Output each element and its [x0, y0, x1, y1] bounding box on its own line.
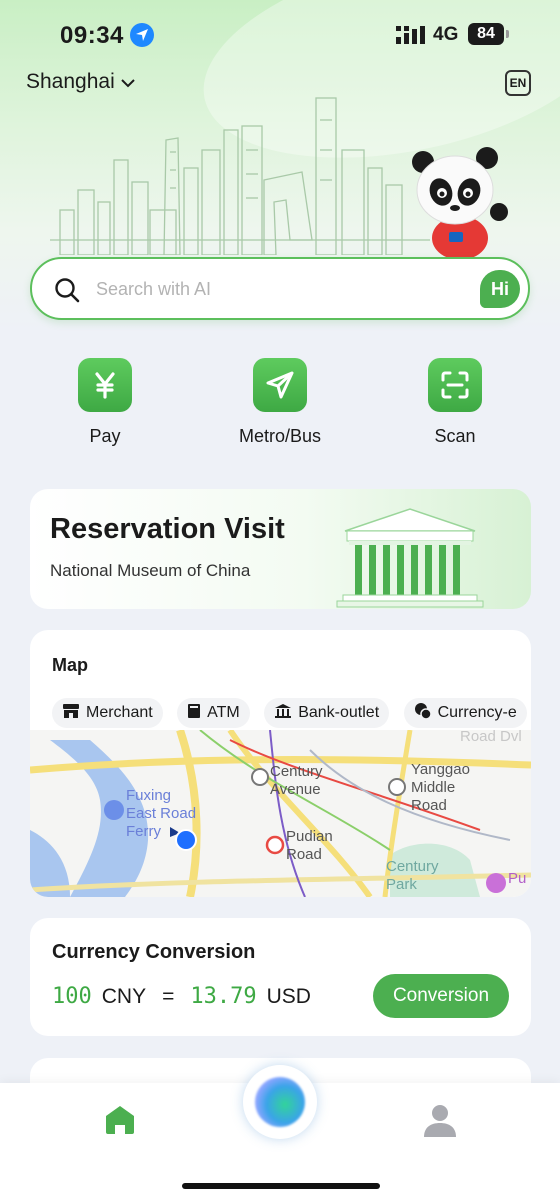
equals-sign: =: [162, 985, 175, 1008]
bottom-navigation: [0, 1065, 560, 1200]
store-icon: [62, 703, 80, 724]
pay-label: Pay: [89, 426, 121, 446]
map-title: Map: [52, 655, 88, 675]
currency-conversion-card: Currency Conversion 100 CNY = 13.79 USD …: [30, 918, 531, 1036]
search-input[interactable]: [96, 273, 456, 305]
scan-icon: [428, 358, 482, 412]
status-bar: 09:34 4G 84: [0, 0, 560, 70]
currency-from: CNY: [101, 985, 147, 1008]
amount-to: 13.79: [190, 984, 257, 1009]
scan-button[interactable]: Scan: [395, 358, 515, 447]
bank-icon: [274, 703, 292, 724]
map-label-century-avenue: Century Avenue: [270, 763, 323, 798]
museum-building-icon: [335, 503, 485, 609]
ai-hi-button[interactable]: Hi: [480, 270, 520, 308]
chip-merchant[interactable]: Merchant: [52, 698, 163, 728]
language-button-label: EN: [509, 76, 527, 90]
panda-mascot: [405, 140, 515, 263]
map-filter-chips: Merchant ATM Bank-outlet Currency-e: [52, 698, 531, 730]
map-card: Map Merchant ATM Bank-outlet Currency-e: [30, 630, 531, 897]
conversion-button-label: Conversion: [392, 985, 490, 1006]
pay-button[interactable]: Pay: [45, 358, 165, 447]
currency-to: USD: [266, 985, 311, 1008]
ai-search-bar[interactable]: Hi: [30, 257, 530, 320]
metro-bus-button[interactable]: Metro/Bus: [220, 358, 340, 447]
network-type: 4G: [433, 24, 459, 45]
user-profile-icon[interactable]: [421, 1101, 459, 1144]
paper-plane-icon: [253, 358, 307, 412]
ai-orb-glow: [255, 1077, 305, 1127]
map-view[interactable]: Road Dvl Fuxing East Road Ferry Century …: [30, 728, 531, 897]
chip-bank-outlet[interactable]: Bank-outlet: [264, 698, 390, 728]
home-icon[interactable]: [103, 1103, 137, 1142]
location-arrow-icon: [130, 23, 154, 47]
status-time: 09:34: [60, 22, 124, 49]
signal-icon: [396, 26, 426, 49]
chip-bank-outlet-label: Bank-outlet: [298, 704, 380, 721]
reservation-visit-card[interactable]: Reservation Visit National Museum of Chi…: [30, 489, 531, 609]
conversion-button[interactable]: Conversion: [373, 974, 509, 1018]
ai-hi-label: Hi: [491, 279, 509, 299]
currency-title: Currency Conversion: [52, 941, 256, 963]
current-location-dot: [175, 829, 197, 851]
scan-label: Scan: [434, 426, 476, 446]
chip-merchant-label: Merchant: [86, 704, 153, 721]
home-indicator: [182, 1183, 380, 1189]
language-button[interactable]: EN: [505, 70, 531, 96]
map-label-road-top: Road Dvl: [460, 728, 522, 745]
amount-from: 100: [52, 984, 92, 1009]
yuan-icon: [78, 358, 132, 412]
chip-atm-label: ATM: [207, 704, 240, 721]
currency-exchange-icon: [414, 702, 432, 725]
city-skyline-illustration: [50, 90, 430, 260]
battery-level: 84: [477, 25, 495, 42]
chip-atm[interactable]: ATM: [177, 698, 250, 728]
reservation-title: Reservation Visit: [50, 513, 285, 545]
map-label-pu: Pu: [508, 870, 527, 887]
map-label-century-park: Century Park: [386, 858, 439, 893]
reservation-subtitle: National Museum of China: [50, 561, 251, 580]
metro-bus-label: Metro/Bus: [238, 426, 322, 446]
ai-assistant-orb[interactable]: [243, 1065, 317, 1139]
chip-currency-exchange-label: Currency-e: [437, 704, 517, 721]
search-icon: [54, 277, 80, 308]
map-label-yanggao-road: Yanggao Middle Road: [411, 761, 470, 814]
chip-currency-exchange[interactable]: Currency-e: [403, 698, 527, 728]
currency-rate-row: 100 CNY = 13.79 USD: [52, 984, 311, 1009]
atm-icon: [187, 703, 201, 724]
map-label-pudian-road: Pudian Road: [286, 828, 333, 863]
battery-icon: 84: [468, 23, 509, 45]
